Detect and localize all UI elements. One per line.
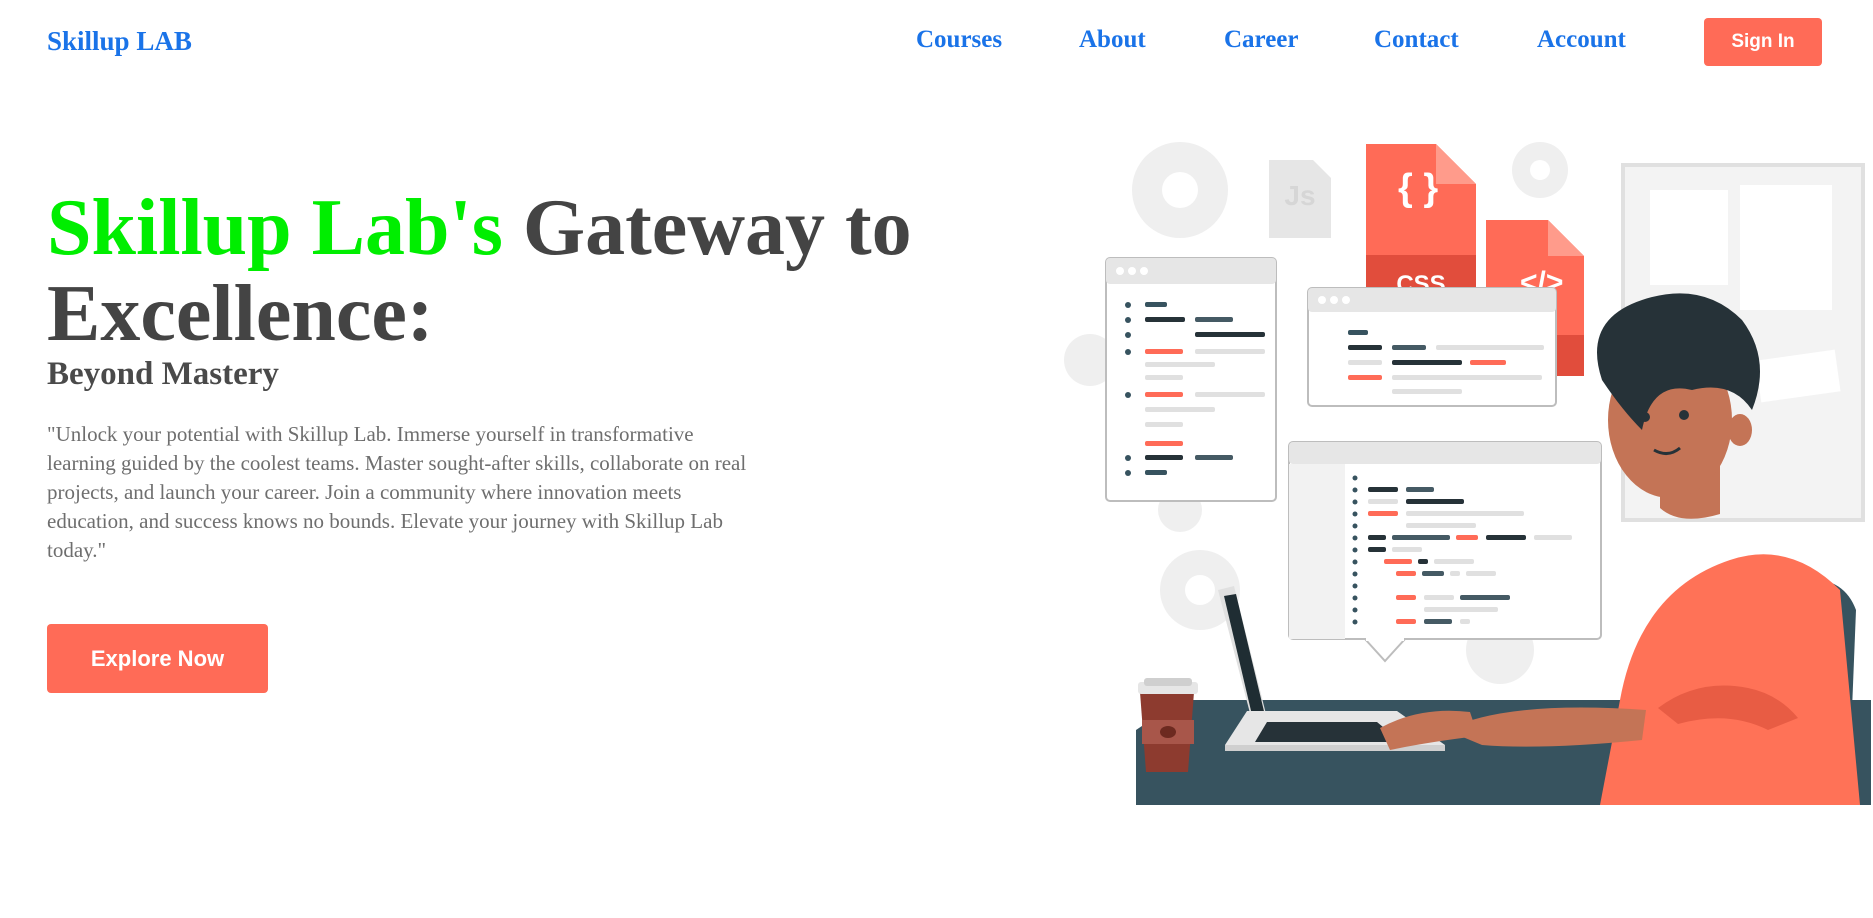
sign-in-button[interactable]: Sign In	[1704, 18, 1822, 66]
code-window-editor	[1288, 441, 1602, 663]
hero-title: Skillup Lab's Gateway to Excellence:	[47, 185, 1007, 357]
navbar: Skillup LAB Courses About Career Contact…	[0, 0, 1873, 84]
nav-link-career[interactable]: Career	[1224, 26, 1299, 54]
svg-text:Js: Js	[1284, 180, 1315, 211]
hero-subtitle: Beyond Mastery	[47, 356, 279, 392]
nav-link-about[interactable]: About	[1079, 26, 1146, 54]
nav-links: Courses About Career Contact Account	[0, 26, 1873, 66]
nav-link-contact[interactable]: Contact	[1374, 26, 1459, 54]
nav-link-courses[interactable]: Courses	[916, 26, 1002, 54]
explore-now-button[interactable]: Explore Now	[47, 624, 268, 693]
coffee-cup-icon	[1138, 678, 1198, 772]
svg-text:{ }: { }	[1398, 167, 1438, 209]
css-file-icon: { } CSS	[1366, 144, 1476, 305]
code-window-left	[1105, 257, 1277, 502]
hero-title-accent: Skillup Lab's	[47, 184, 503, 272]
developer-illustration: Js { } CSS </>	[1064, 142, 1871, 805]
nav-link-account[interactable]: Account	[1537, 26, 1626, 54]
hero-description: "Unlock your potential with Skillup Lab.…	[47, 422, 747, 562]
code-window-middle	[1307, 287, 1557, 407]
js-file-icon: Js	[1269, 160, 1331, 238]
